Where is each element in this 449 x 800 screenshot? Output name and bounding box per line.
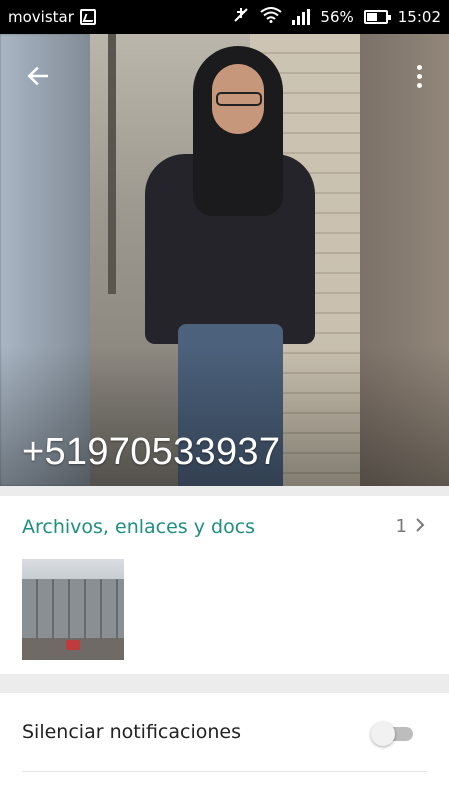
arrow-back-icon[interactable] [20,58,56,94]
mute-icon [232,6,250,28]
contact-name: +51970533937 [22,431,281,473]
photo-pole [108,34,116,294]
battery-icon [363,10,391,24]
status-bar: movistar 56% 15:02 [0,0,449,34]
signal-icon [292,9,311,25]
divider [22,771,427,772]
status-left: movistar [8,8,96,26]
media-thumbnail[interactable] [22,559,124,660]
media-title[interactable]: Archivos, enlaces y docs [22,516,255,538]
media-section: Archivos, enlaces y docs 1 [0,496,449,674]
photo-glasses [216,92,262,106]
image-icon [79,9,96,25]
media-count-link[interactable]: 1 [396,516,427,537]
status-right: 56% 15:02 [232,6,441,28]
battery-percent: 56% [320,8,354,26]
carrier-label: movistar [8,8,74,26]
mute-notifications-toggle[interactable] [371,721,417,746]
media-count: 1 [395,516,407,537]
profile-photo[interactable]: +51970533937 [0,34,449,486]
settings-section: Silenciar notificaciones [0,693,449,800]
chevron-right-icon [413,516,427,537]
more-vert-icon[interactable] [407,60,431,92]
battery-fill [366,13,377,21]
mute-notifications-label[interactable]: Silenciar notificaciones [22,721,241,743]
wifi-icon [260,7,283,27]
clock: 15:02 [397,8,441,26]
toggle-knob [371,722,395,746]
